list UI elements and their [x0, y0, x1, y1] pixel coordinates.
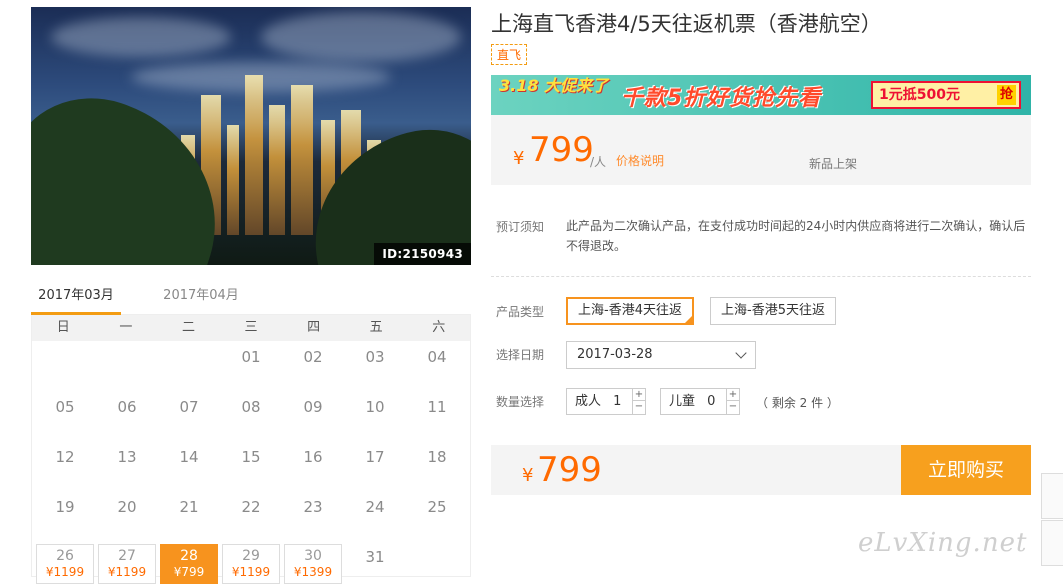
- product-type-option[interactable]: 上海-香港5天往返: [710, 297, 836, 325]
- calendar-day: 25: [427, 498, 447, 516]
- side-tool-button[interactable]: [1041, 473, 1063, 519]
- calendar-day-bookable[interactable]: 29 ¥1199: [222, 544, 280, 584]
- calendar-day: 31: [365, 548, 385, 566]
- day-number: 26: [56, 548, 74, 564]
- weekday-label: 二: [181, 320, 195, 335]
- total-currency: ¥: [522, 465, 534, 486]
- banner-right-coupon: 抢 1元抵500元: [871, 81, 1021, 109]
- quantity-label: 数量选择: [496, 395, 545, 409]
- image-id-badge: ID:2150943: [374, 243, 471, 265]
- child-value: 0: [707, 394, 716, 409]
- month-tabs: 2017年03月 2017年04月: [31, 283, 471, 315]
- day-price: ¥1199: [231, 565, 271, 579]
- direct-flight-tag: 直飞: [491, 44, 528, 65]
- notice-text: 此产品为二次确认产品，在支付成功时间起的24小时内供应商将进行二次确认，确认后不…: [566, 219, 1026, 253]
- calendar-day: 05: [55, 398, 75, 416]
- status-label: 新品上架: [809, 157, 858, 171]
- calendar-day: 10: [365, 398, 385, 416]
- date-label: 选择日期: [496, 348, 545, 362]
- calendar-day-selected[interactable]: 28 ¥799: [160, 544, 218, 584]
- calendar-day: 19: [55, 498, 75, 516]
- weekday-label: 五: [369, 320, 383, 335]
- product-type-option-selected[interactable]: 上海-香港4天往返: [566, 297, 694, 325]
- decrement-icon[interactable]: −: [727, 401, 739, 413]
- total-price: 799: [537, 450, 602, 490]
- weekday-header: 日 一 二 三 四 五 六: [32, 315, 470, 341]
- unit-price: 799: [529, 130, 594, 170]
- day-number: 30: [304, 548, 322, 564]
- calendar-day: 20: [117, 498, 137, 516]
- banner-right-text: 1元抵500元: [879, 87, 960, 103]
- calendar-day-bookable[interactable]: 26 ¥1199: [36, 544, 94, 584]
- day-price: ¥799: [173, 565, 205, 579]
- divider: [491, 276, 1031, 277]
- calendar: 日 一 二 三 四 五 六 01 02 03 04 05 06 07 08 09 10 11 12 13…: [31, 315, 471, 584]
- weekday-label: 六: [432, 320, 446, 335]
- calendar-day: 24: [365, 498, 385, 516]
- day-number: 27: [118, 548, 136, 564]
- increment-icon[interactable]: +: [727, 389, 739, 401]
- increment-icon[interactable]: +: [633, 389, 645, 401]
- banner-grab-button: 抢: [996, 85, 1016, 105]
- calendar-day: 21: [179, 498, 199, 516]
- calendar-day: 11: [427, 398, 447, 416]
- currency-symbol: ¥: [513, 148, 525, 169]
- banner-middle-text: 千款5折好货抢先看: [621, 86, 822, 111]
- calendar-day: 15: [241, 448, 261, 466]
- adult-quantity-stepper[interactable]: 成人 1 + −: [566, 388, 646, 415]
- weekday-label: 一: [119, 320, 133, 335]
- chevron-down-icon: [735, 347, 747, 359]
- date-value: 2017-03-28: [577, 347, 653, 362]
- product-type-label: 产品类型: [496, 305, 545, 319]
- decrement-icon[interactable]: −: [633, 401, 645, 413]
- weekday-label: 日: [56, 320, 70, 335]
- calendar-day: 07: [179, 398, 199, 416]
- calendar-day: 14: [179, 448, 199, 466]
- child-quantity-stepper[interactable]: 儿童 0 + −: [660, 388, 740, 415]
- calendar-day: 23: [303, 498, 323, 516]
- calendar-day: 22: [241, 498, 261, 516]
- calendar-day: 09: [303, 398, 323, 416]
- tab-month-april[interactable]: 2017年04月: [156, 283, 246, 315]
- calendar-day: 18: [427, 448, 447, 466]
- notice-label: 预订须知: [496, 220, 545, 234]
- child-label: 儿童: [669, 394, 696, 409]
- promo-banner[interactable]: 3.18 大促来了 千款5折好货抢先看 抢 1元抵500元: [491, 75, 1031, 115]
- adult-label: 成人: [575, 394, 602, 409]
- side-tool-button[interactable]: [1041, 520, 1063, 566]
- calendar-day: 02: [303, 348, 323, 366]
- calendar-day: 06: [117, 398, 137, 416]
- product-title: 上海直飞香港4/5天往返机票（香港航空）: [491, 12, 882, 36]
- calendar-day: 12: [55, 448, 75, 466]
- calendar-day: 16: [303, 448, 323, 466]
- day-number: 28: [180, 548, 198, 564]
- weekday-label: 三: [244, 320, 258, 335]
- remaining-stock: （ 剩余 2 件 ）: [756, 396, 839, 410]
- calendar-day: 08: [241, 398, 261, 416]
- price-note-link[interactable]: 价格说明: [616, 152, 664, 169]
- product-hero-image: ID:2150943: [31, 7, 471, 265]
- date-select[interactable]: 2017-03-28: [566, 341, 756, 369]
- adult-value: 1: [613, 394, 622, 409]
- calendar-day-bookable[interactable]: 30 ¥1399: [284, 544, 342, 584]
- banner-left-text: 3.18 大促来了: [499, 76, 609, 95]
- watermark: eLvXing.net: [858, 528, 1028, 558]
- day-price: ¥1199: [45, 565, 85, 579]
- calendar-day: 03: [365, 348, 385, 366]
- price-box: ¥ 799 /人 价格说明 新品上架: [491, 115, 1031, 185]
- price-unit: /人: [590, 155, 607, 169]
- calendar-day: 04: [427, 348, 447, 366]
- calendar-day: 13: [117, 448, 137, 466]
- tab-month-march[interactable]: 2017年03月: [31, 283, 121, 315]
- calendar-day: 17: [365, 448, 385, 466]
- weekday-label: 四: [307, 320, 321, 335]
- day-price: ¥1199: [107, 565, 147, 579]
- day-number: 29: [242, 548, 260, 564]
- calendar-day-bookable[interactable]: 27 ¥1199: [98, 544, 156, 584]
- buy-now-button[interactable]: 立即购买: [901, 445, 1031, 495]
- calendar-day: 01: [241, 348, 261, 366]
- day-price: ¥1399: [293, 565, 333, 579]
